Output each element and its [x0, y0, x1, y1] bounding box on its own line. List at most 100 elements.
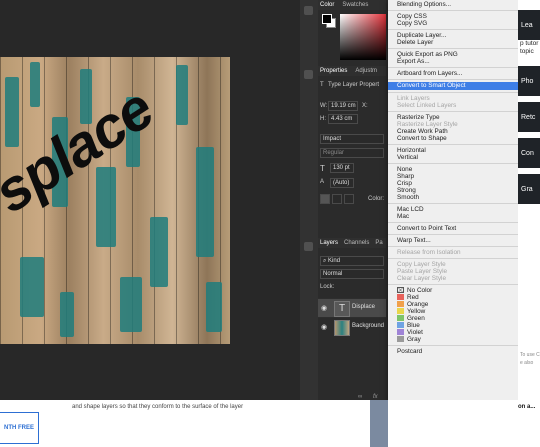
menu-item-label: Strong	[397, 187, 416, 194]
tab-channels[interactable]: Channels	[344, 240, 369, 246]
font-size-field[interactable]: 130 pt	[330, 163, 354, 173]
color-picker-field[interactable]	[340, 14, 386, 60]
menu-separator	[388, 163, 518, 164]
menu-item-label: Export As...	[397, 58, 430, 65]
menu-item-horizontal[interactable]: Horizontal	[388, 147, 518, 154]
width-field[interactable]: 19.19 cm	[328, 101, 358, 111]
align-right-button[interactable]	[344, 194, 354, 204]
menu-item-label: Convert to Smart Object	[397, 82, 466, 89]
menu-item-copy-svg[interactable]: Copy SVG	[388, 20, 518, 27]
visibility-eye-icon[interactable]: ◉	[321, 323, 327, 331]
menu-item-export-as[interactable]: Export As...	[388, 58, 518, 65]
color-swatch-icon	[397, 329, 404, 335]
font-family-select[interactable]: Impact	[320, 134, 384, 144]
paint-texture	[206, 282, 222, 332]
visibility-eye-icon[interactable]: ◉	[321, 304, 327, 312]
menu-item-green[interactable]: Green	[388, 315, 518, 322]
font-size-icon: T	[320, 164, 325, 173]
menu-item-label: Rasterize Type	[397, 114, 440, 121]
sidebar-card[interactable]: Pho	[518, 66, 540, 96]
menu-item-label: Blending Options...	[397, 1, 451, 8]
webpage-thumbnail[interactable]	[370, 400, 388, 447]
menu-item-blue[interactable]: Blue	[388, 322, 518, 329]
menu-item-label: Select Linked Layers	[397, 102, 457, 109]
layer-row-background[interactable]: ◉ Background	[318, 317, 386, 336]
webpage-caption: and shape layers so that they conform to…	[72, 404, 244, 410]
sidebar-card[interactable]: Con	[518, 138, 540, 168]
menu-item-crisp[interactable]: Crisp	[388, 180, 518, 187]
menu-item-artboard-from-layers[interactable]: Artboard from Layers...	[388, 70, 518, 77]
menu-item-no-color[interactable]: No Color	[388, 287, 518, 294]
menu-item-quick-export-as-png[interactable]: Quick Export as PNG	[388, 51, 518, 58]
menu-item-violet[interactable]: Violet	[388, 329, 518, 336]
menu-item-convert-to-point-text[interactable]: Convert to Point Text	[388, 225, 518, 232]
layer-context-menu: Blending Options... Copy CSS Copy SVG Dupli…	[388, 0, 518, 447]
layers-panel-icon[interactable]	[304, 242, 313, 251]
layer-row-displace[interactable]: ◉ T Displace	[318, 298, 386, 317]
sidebar-text: To use C	[520, 352, 540, 358]
menu-item-select-linked-layers: Select Linked Layers	[388, 102, 518, 109]
menu-item-gray[interactable]: Gray	[388, 336, 518, 343]
properties-panel-tabs: Properties Adjustm	[318, 66, 386, 76]
tab-adjustments[interactable]: Adjustm	[355, 68, 377, 74]
menu-item-postcard[interactable]: Postcard	[388, 348, 518, 355]
tab-layers[interactable]: Layers	[320, 240, 338, 246]
menu-separator	[388, 144, 518, 145]
menu-item-rasterize-layer-style: Rasterize Layer Style	[388, 121, 518, 128]
sidebar-card[interactable]: Retc	[518, 102, 540, 132]
menu-item-label: Copy Layer Style	[397, 261, 446, 268]
color-panel-icon[interactable]	[304, 6, 313, 15]
menu-item-orange[interactable]: Orange	[388, 301, 518, 308]
color-swatch-icon	[397, 336, 404, 342]
menu-item-label: Convert to Point Text	[397, 225, 457, 232]
paint-texture	[20, 257, 44, 317]
tab-swatches[interactable]: Swatches	[342, 2, 368, 8]
webpage-right-caption: on a...	[518, 404, 536, 410]
menu-item-mac[interactable]: Mac	[388, 213, 518, 220]
layers-panel-tabs: Layers Channels Pa	[318, 238, 386, 248]
type-layer-icon: T	[320, 82, 324, 88]
menu-item-rasterize-type[interactable]: Rasterize Type	[388, 114, 518, 121]
menu-item-convert-to-shape[interactable]: Convert to Shape	[388, 135, 518, 142]
leading-field[interactable]: (Auto)	[330, 178, 354, 188]
menu-item-label: Create Work Path	[397, 128, 448, 135]
free-trial-button[interactable]: NTH FREE	[0, 412, 39, 444]
menu-item-yellow[interactable]: Yellow	[388, 308, 518, 315]
properties-panel-icon[interactable]	[304, 70, 313, 79]
font-style-select[interactable]: Regular	[320, 148, 384, 158]
height-field[interactable]: 4.43 cm	[328, 114, 358, 124]
menu-item-blending-options[interactable]: Blending Options...	[388, 1, 518, 8]
menu-item-delete-layer[interactable]: Delete Layer	[388, 39, 518, 46]
menu-item-label: Gray	[407, 336, 421, 343]
menu-item-sharp[interactable]: Sharp	[388, 173, 518, 180]
menu-item-red[interactable]: Red	[388, 294, 518, 301]
menu-item-label: Red	[407, 294, 419, 301]
layer-filter-select[interactable]: ⌕ Kind	[320, 256, 384, 266]
tab-properties[interactable]: Properties	[320, 68, 347, 74]
sidebar-card[interactable]: Lea	[518, 10, 540, 40]
menu-separator	[388, 92, 518, 93]
layer-name[interactable]: Displace	[352, 304, 375, 310]
menu-separator	[388, 48, 518, 49]
sidebar-card[interactable]: Gra	[518, 174, 540, 204]
menu-item-create-work-path[interactable]: Create Work Path	[388, 128, 518, 135]
menu-item-none[interactable]: None	[388, 166, 518, 173]
menu-item-strong[interactable]: Strong	[388, 187, 518, 194]
align-center-button[interactable]	[332, 194, 342, 204]
tab-color[interactable]: Color	[320, 2, 334, 8]
menu-item-warp-text[interactable]: Warp Text...	[388, 237, 518, 244]
align-left-button[interactable]	[320, 194, 330, 204]
menu-item-smooth[interactable]: Smooth	[388, 194, 518, 201]
blend-mode-select[interactable]: Normal	[320, 269, 384, 279]
paint-texture	[60, 292, 74, 337]
layer-name[interactable]: Background	[352, 323, 384, 329]
menu-item-label: Blue	[407, 322, 420, 329]
menu-item-copy-css[interactable]: Copy CSS	[388, 13, 518, 20]
menu-item-convert-to-smart-object[interactable]: Convert to Smart Object	[388, 82, 518, 90]
menu-item-label: Violet	[407, 329, 423, 336]
foreground-color-swatch[interactable]	[322, 14, 332, 24]
menu-item-vertical[interactable]: Vertical	[388, 154, 518, 161]
menu-item-mac-lcd[interactable]: Mac LCD	[388, 206, 518, 213]
menu-item-duplicate-layer[interactable]: Duplicate Layer...	[388, 32, 518, 39]
tab-paths[interactable]: Pa	[375, 240, 382, 246]
